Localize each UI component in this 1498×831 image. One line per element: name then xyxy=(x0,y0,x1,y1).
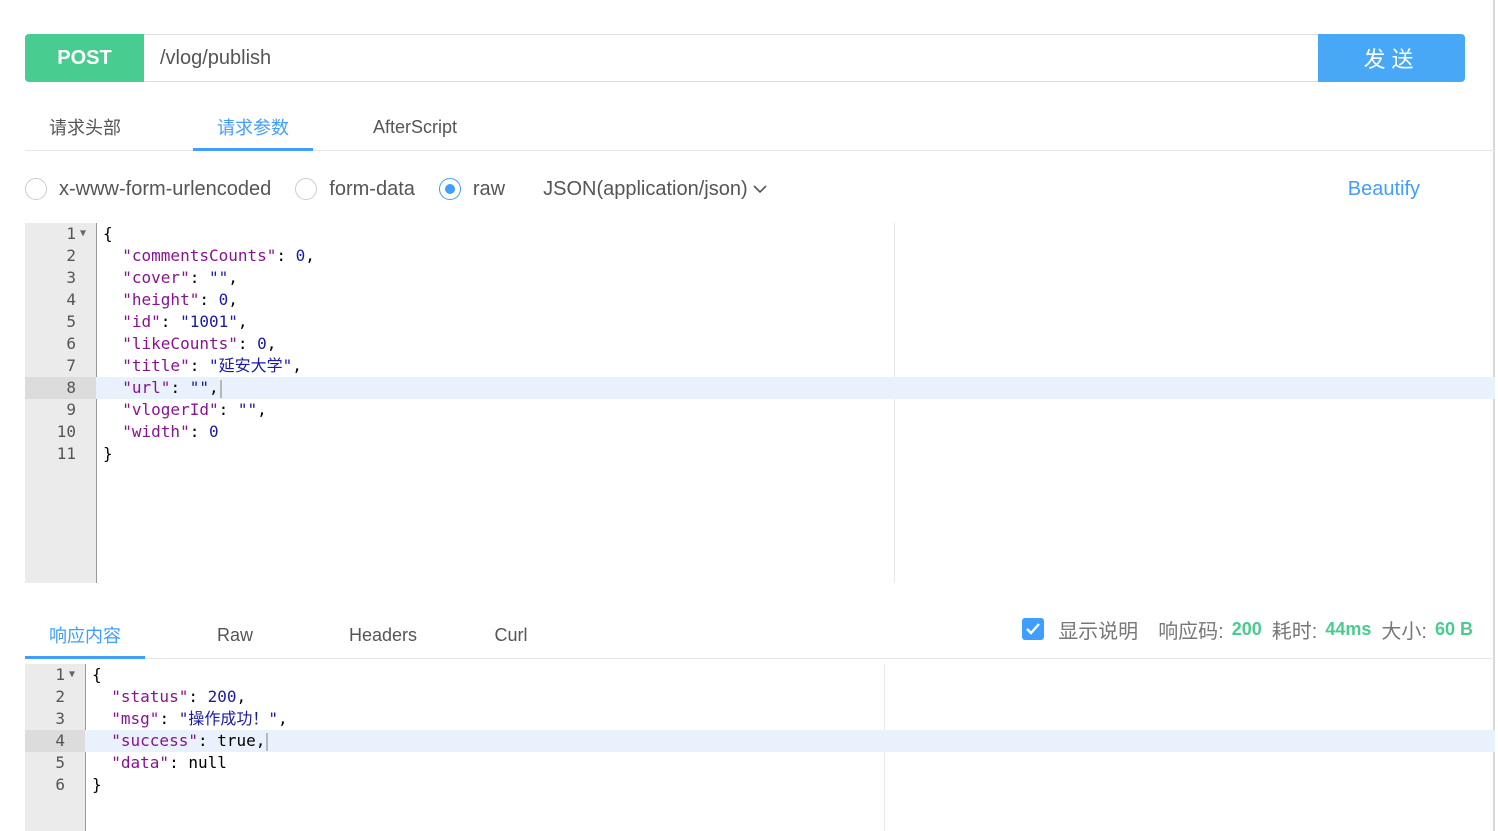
code-line[interactable]: 3 "msg": "操作成功！", xyxy=(25,708,1495,730)
response-body-editor[interactable]: 1 ▼{2 "status": 200, 3 "msg": "操作成功！", 4 "s… xyxy=(25,664,1495,831)
radio-raw[interactable]: raw xyxy=(438,177,506,201)
show-desc-checkbox[interactable] xyxy=(1022,618,1045,640)
code-line[interactable]: 6} xyxy=(25,774,1495,796)
tab-request-params[interactable]: 请求参数 xyxy=(193,104,313,151)
code-text: "title": "延安大学", xyxy=(122,356,302,375)
radio-form-data[interactable]: form-data xyxy=(295,178,415,201)
code-line[interactable]: 2 "status": 200, xyxy=(25,686,1495,708)
content-type-label: JSON(application/json) xyxy=(543,177,748,200)
status-label: 响应码: xyxy=(1158,620,1224,643)
fold-arrow-icon[interactable]: ▼ xyxy=(69,664,75,686)
content-type-dropdown[interactable]: JSON(application/json) xyxy=(543,178,767,201)
size-label: 大小: xyxy=(1381,620,1427,643)
code-line[interactable]: 10 "width": 0 xyxy=(25,421,1495,443)
code-text: "commentsCounts": 0, xyxy=(122,246,315,265)
code-text: "width": 0 xyxy=(122,422,219,441)
beautify-button[interactable]: Beautify xyxy=(1348,178,1420,201)
radio-label: form-data xyxy=(329,177,415,200)
code-line[interactable]: 7 "title": "延安大学", xyxy=(25,355,1495,377)
time-value: 44ms xyxy=(1325,618,1372,639)
fold-arrow-icon[interactable]: ▼ xyxy=(80,223,86,245)
code-line[interactable]: 1 ▼ { xyxy=(25,664,1495,686)
code-text: "data": null xyxy=(111,753,227,772)
radio-circle-icon xyxy=(295,178,318,200)
code-line[interactable]: 4 "success": true, xyxy=(25,730,1495,752)
line-number: 10 xyxy=(56,422,76,441)
response-meta: 显示说明 响应码: 200 耗时: 44ms 大小: 60 B xyxy=(1022,612,1473,646)
code-line[interactable]: 2 "commentsCounts": 0, xyxy=(25,245,1495,267)
request-body-editor[interactable]: 1 ▼{2 "commentsCounts": 0, 3 "cover": "", 4… xyxy=(25,223,1495,583)
line-number: 3 xyxy=(66,268,76,287)
code-text: "url": "", xyxy=(103,377,222,399)
radio-label: x-www-form-urlencoded xyxy=(59,177,272,200)
code-text: } xyxy=(103,444,113,463)
tab-response-content[interactable]: 响应内容 xyxy=(25,612,145,659)
code-line[interactable]: 4 "height": 0, xyxy=(25,289,1495,311)
tab-afterscript[interactable]: AfterScript xyxy=(345,104,485,150)
url-input[interactable] xyxy=(144,34,1318,82)
line-number: 6 xyxy=(55,775,65,794)
code-line[interactable]: 6 "likeCounts": 0, xyxy=(25,333,1495,355)
code-text: "height": 0, xyxy=(122,290,238,309)
code-text: { xyxy=(103,224,113,243)
radio-circle-icon xyxy=(25,178,47,200)
line-number: 7 xyxy=(66,356,76,375)
code-text: "msg": "操作成功！", xyxy=(111,709,288,728)
code-text: "success": true, xyxy=(92,730,269,752)
code-text: "id": "1001", xyxy=(122,312,248,331)
line-number: 1 xyxy=(55,665,65,684)
check-icon xyxy=(1026,623,1041,635)
code-line[interactable]: 9 "vlogerId": "", xyxy=(25,399,1495,421)
code-text: "cover": "", xyxy=(122,268,238,287)
line-number: 3 xyxy=(55,709,65,728)
line-number: 5 xyxy=(55,753,65,772)
line-number: 11 xyxy=(56,444,76,463)
line-number: 6 xyxy=(66,334,76,353)
tab-headers[interactable]: Headers xyxy=(323,612,443,658)
code-line[interactable]: 8 "url": "", xyxy=(25,377,1495,399)
radio-checked-icon xyxy=(438,178,461,200)
time-label: 耗时: xyxy=(1271,620,1318,643)
line-number: 5 xyxy=(66,312,76,331)
tab-curl[interactable]: Curl xyxy=(471,612,551,658)
code-text: "vlogerId": "", xyxy=(122,400,267,419)
line-number: 8 xyxy=(25,377,96,399)
code-line[interactable]: 5 "id": "1001", xyxy=(25,311,1495,333)
body-type-selector: x-www-form-urlencoded form-data raw JSON… xyxy=(25,172,1425,206)
radio-label: raw xyxy=(472,177,506,200)
show-desc-label: 显示说明 xyxy=(1058,620,1139,643)
tab-request-headers[interactable]: 请求头部 xyxy=(25,104,145,150)
code-text: "status": 200, xyxy=(111,687,247,706)
line-number: 2 xyxy=(66,246,76,265)
code-line[interactable]: 3 "cover": "", xyxy=(25,267,1495,289)
code-line[interactable]: 1 ▼{ xyxy=(25,223,1495,245)
status-value: 200 xyxy=(1231,618,1262,639)
send-button[interactable]: 发送 xyxy=(1318,34,1465,82)
line-number: 9 xyxy=(66,400,76,419)
code-line[interactable]: 11} xyxy=(25,443,1495,465)
code-text: { xyxy=(92,665,102,684)
request-tabs: 请求头部 请求参数 AfterScript xyxy=(25,104,1495,151)
radio-x-www-form-urlencoded[interactable]: x-www-form-urlencoded xyxy=(25,178,271,201)
line-number: 4 xyxy=(66,290,76,309)
code-text: "likeCounts": 0, xyxy=(122,334,277,353)
text-cursor xyxy=(266,732,269,751)
line-number: 2 xyxy=(55,687,65,706)
line-number: 4 xyxy=(25,730,85,752)
tab-raw[interactable]: Raw xyxy=(175,612,295,658)
url-bar: POST 发送 xyxy=(25,34,1465,82)
method-selector[interactable]: POST xyxy=(25,34,144,82)
size-value: 60 B xyxy=(1434,618,1473,639)
chevron-down-icon xyxy=(753,185,767,194)
code-text: } xyxy=(92,775,102,794)
code-line[interactable]: 5 "data": null xyxy=(25,752,1495,774)
text-cursor xyxy=(219,379,222,398)
